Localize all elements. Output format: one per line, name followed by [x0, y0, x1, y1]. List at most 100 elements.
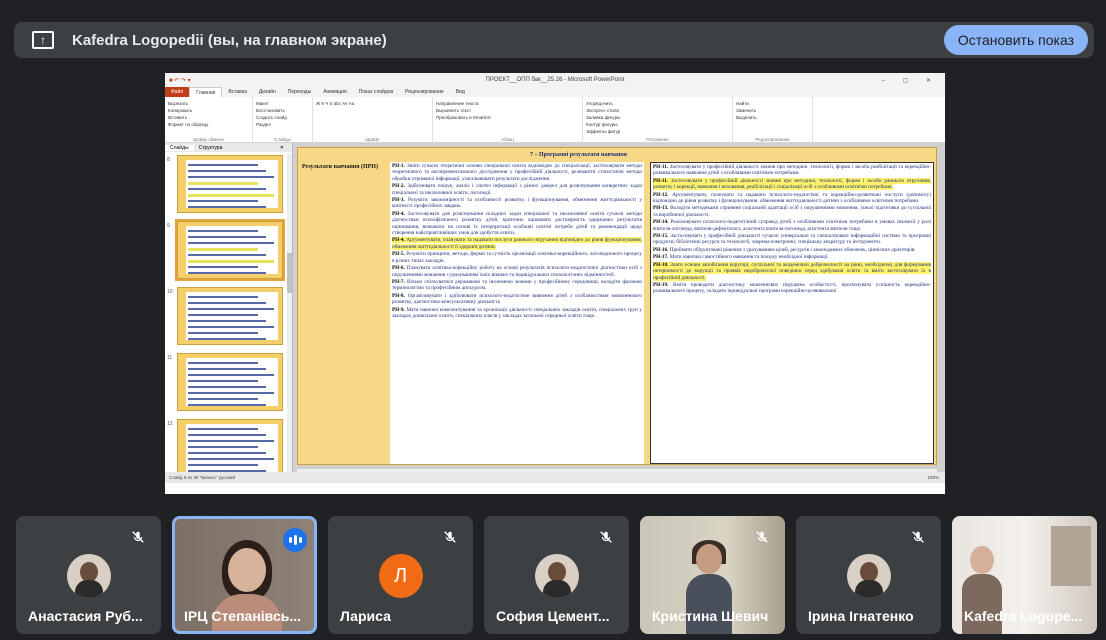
mic-off-icon: [127, 530, 149, 552]
ribbon-group-label: Редактирование: [755, 137, 790, 142]
participant-tile[interactable]: Kafedra Logope...: [952, 516, 1097, 634]
panel-tabs: Слайды Структура ✕: [165, 143, 292, 152]
ribbon: Вырезать Копировать Вставить Формат по обра…: [165, 97, 945, 143]
participant-tile[interactable]: София Цемент...: [484, 516, 629, 634]
mic-off-icon: [595, 530, 617, 552]
ribbon-command[interactable]: Вставить: [168, 114, 249, 121]
learning-outcome: РН-8. Організовувати і здійснювати психо…: [392, 292, 642, 306]
ribbon-command[interactable]: Контур фигуры: [586, 121, 729, 128]
thumb-number: 9: [167, 223, 170, 229]
ribbon-command[interactable]: Заменить: [736, 107, 809, 114]
thumb-number: 12: [167, 421, 173, 427]
ribbon-command[interactable]: Эффекты фигур: [586, 128, 729, 135]
ribbon-command[interactable]: Макет: [256, 100, 309, 107]
avatar: [534, 554, 579, 598]
ribbon-tab[interactable]: Вид: [450, 89, 471, 95]
learning-outcome: РН-17. Мати навички самостійного навчанн…: [653, 254, 829, 261]
avatar: [66, 554, 111, 598]
slide-thumbnail[interactable]: [175, 219, 285, 281]
ribbon-tab[interactable]: Файл: [165, 87, 190, 97]
slide-thumbnail[interactable]: [177, 353, 283, 411]
learning-outcome: РН-6. Планувати освітньо-корекційну робо…: [392, 265, 642, 278]
ribbon-group: Макет Восстановить Создать слайд Раздел Слай…: [253, 97, 313, 143]
mic-off-icon: [439, 530, 461, 552]
learning-outcome: РН-4. Застосовувати для розв'язування ск…: [392, 210, 642, 237]
participant-name: Лариса: [340, 608, 391, 624]
participant-tile[interactable]: Анастасия Руб...: [16, 516, 161, 634]
ribbon-command[interactable]: Заливка фигуры: [586, 114, 729, 121]
ribbon-group: Направление текста Выровнять текст Преобра…: [433, 97, 583, 143]
slide-thumbnail[interactable]: [177, 287, 283, 345]
learning-outcome: РН-15. Застосовувати у професійній діяль…: [653, 233, 932, 246]
ribbon-tab[interactable]: Переходы: [282, 89, 317, 95]
ppt-title-bar: ■ ↶ ↷ ▾ ПРОЄКТ__ОПП бак__25.26 - Microso…: [165, 73, 945, 87]
learning-outcome: РН-16. Приймати обґрунтовані рішення з у…: [653, 246, 916, 253]
ribbon-group-label: Буфер обмена: [193, 137, 224, 142]
ribbon-command[interactable]: Направление текста: [436, 100, 579, 107]
participant-name: Кристина Шевич: [652, 608, 769, 624]
learning-outcome: РН-4. Аргументувати, планувати та надава…: [392, 237, 642, 250]
slide-left-label: Результати навчання (ПРН): [302, 164, 378, 170]
ribbon-group: Упорядочить Экспресс-стили Заливка фигуры К…: [583, 97, 733, 143]
participant-name: Ірина Ігнатенко: [808, 608, 914, 624]
status-slide-info: Слайд 9 из 39 "Бизнес" русский: [169, 475, 235, 480]
ribbon-group-label: Слайды: [274, 137, 291, 142]
learning-outcome: РН-1. Знати сучасні теоретичні основи сп…: [392, 163, 642, 182]
ribbon-command[interactable]: Формат по образцу: [168, 121, 249, 128]
ribbon-tab[interactable]: Рецензирование: [399, 89, 450, 95]
window-controls[interactable]: – ▢ ✕: [882, 77, 939, 84]
ribbon-command[interactable]: Копировать: [168, 107, 249, 114]
slide-thumbnail[interactable]: [177, 419, 283, 477]
participant-tile[interactable]: Кристина Шевич: [640, 516, 785, 634]
meet-window: ↑ Kafedra Logopedii (вы, на главном экра…: [0, 0, 1106, 640]
ribbon-command[interactable]: Выделить: [736, 114, 809, 121]
learning-outcome: РН-2. Здійснювати пошук, аналіз і синтез…: [392, 183, 642, 196]
learning-outcome: РН-9. Мати навички комплектування та орг…: [392, 306, 642, 319]
ribbon-command[interactable]: Раздел: [256, 121, 309, 128]
ribbon-command[interactable]: Выровнять текст: [436, 107, 579, 114]
participant-name: София Цемент...: [496, 608, 610, 624]
ribbon-command[interactable]: Вырезать: [168, 100, 249, 107]
ribbon-command[interactable]: Упорядочить: [586, 100, 729, 107]
stop-presenting-button[interactable]: Остановить показ: [943, 25, 1088, 55]
ribbon-command[interactable]: Восстановить: [256, 107, 309, 114]
ribbon-tab[interactable]: Анимация: [317, 89, 352, 95]
learning-outcome: РН-11. Застосовувати у професійній діяль…: [653, 177, 931, 191]
close-icon[interactable]: ✕: [275, 145, 289, 151]
participant-tile[interactable]: ІРЦ Степанівсь...: [172, 516, 317, 634]
participant-name: Анастасия Руб...: [28, 608, 143, 624]
ribbon-group: Найти Заменить Выделить Редактирование: [733, 97, 813, 143]
participant-tile[interactable]: Ірина Ігнатенко: [796, 516, 941, 634]
ribbon-group-label: Абзац: [501, 137, 514, 142]
thumbs-scrollbar[interactable]: [287, 153, 292, 473]
tab-outline[interactable]: Структура: [194, 145, 228, 151]
ribbon-tab[interactable]: Показ слайдов: [353, 89, 399, 95]
ribbon-group: Ж К Ч S abc AV Aa Шрифт: [313, 97, 433, 143]
learning-outcome: РН-7. Вільно спілкуватися державною та і…: [392, 278, 642, 292]
ribbon-command[interactable]: Создать слайд: [256, 114, 309, 121]
zoom-level[interactable]: 100%: [927, 475, 939, 480]
slide-canvas[interactable]: 7 – Програмні результати навчання Резуль…: [297, 147, 937, 465]
tab-slides[interactable]: Слайды: [165, 144, 194, 151]
ribbon-command[interactable]: Экспресс-стили: [586, 107, 729, 114]
ribbon-command[interactable]: Преобразовать в SmartArt: [436, 114, 579, 121]
mic-off-icon: [907, 530, 929, 552]
ribbon-tab[interactable]: Дизайн: [253, 89, 282, 95]
participant-tile[interactable]: Л Лариса: [328, 516, 473, 634]
slide-column-left: РН-1. Знати сучасні теоретичні основи сп…: [390, 162, 644, 464]
present-screen-icon: ↑: [32, 31, 54, 49]
slide-heading: 7 – Програмні результати навчання: [530, 152, 628, 158]
ribbon-tab[interactable]: Главная: [189, 87, 223, 97]
presenting-banner: ↑ Kafedra Logopedii (вы, на главном экра…: [14, 22, 1094, 58]
slide-thumbnail[interactable]: [177, 155, 283, 213]
ribbon-command[interactable]: Ж К Ч S abc AV Aa: [316, 100, 429, 107]
ribbon-tab[interactable]: Вставка: [222, 89, 253, 95]
learning-outcome: РН-18. Знати основи запобігання корупції…: [653, 261, 931, 281]
ribbon-tabs: Файл Главная Вставка Дизайн Переходы Анимация…: [165, 87, 945, 97]
ribbon-group: Вырезать Копировать Вставить Формат по обра…: [165, 97, 253, 143]
participant-name: Kafedra Logope...: [964, 608, 1083, 624]
learning-outcome: РН-13. Володіти методиками сприяння соці…: [653, 205, 931, 218]
ribbon-command[interactable]: Найти: [736, 100, 809, 107]
learning-outcome: РН-11. Застосовувати у професійній діяль…: [653, 164, 931, 177]
avatar: Л: [378, 554, 423, 598]
